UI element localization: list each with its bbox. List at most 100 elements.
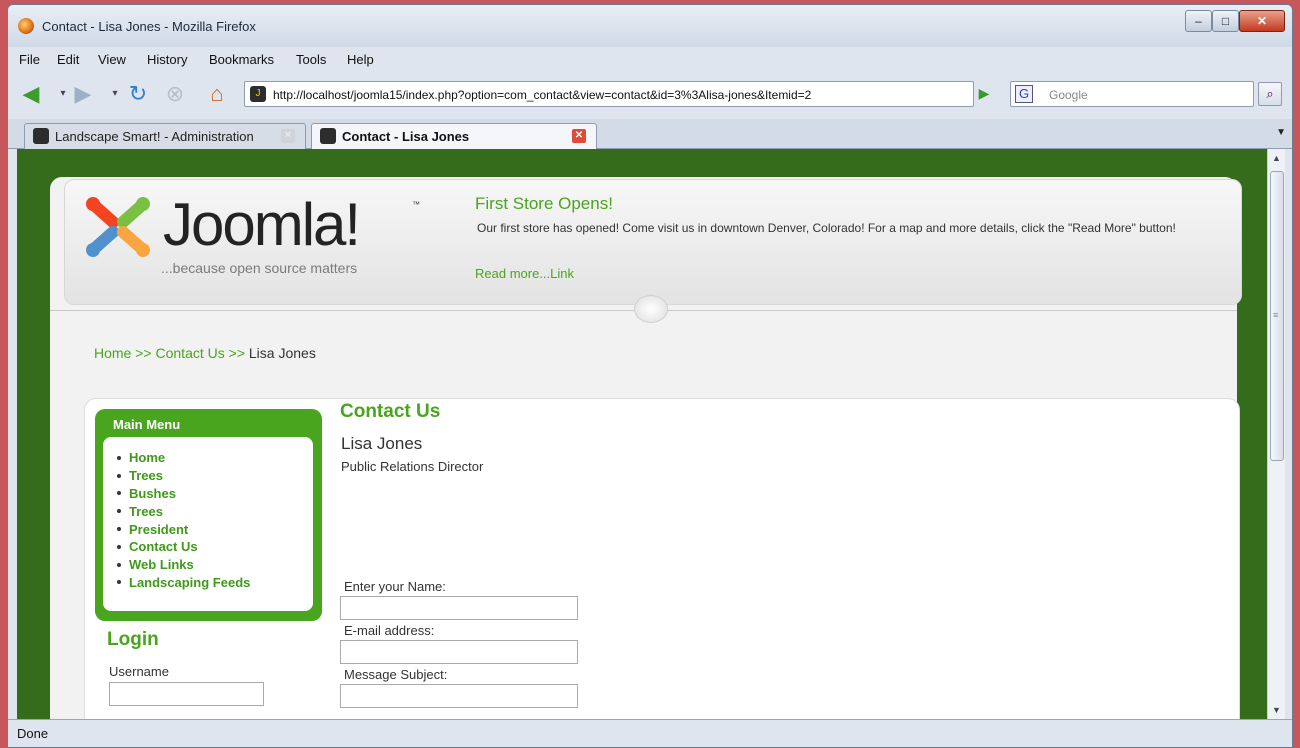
breadcrumb-current: Lisa Jones bbox=[248, 345, 316, 361]
menu-item-label: Home bbox=[129, 450, 166, 466]
bullet-icon bbox=[117, 527, 121, 532]
navigation-toolbar: ◀ ▾ ▶ ▾ ↻ ⊗ ⌂ J http://localhost/joomla1… bbox=[8, 79, 1292, 115]
search-placeholder: Google bbox=[1049, 88, 1088, 102]
scrollbar-thumb[interactable]: ≡ bbox=[1270, 171, 1284, 461]
reload-button[interactable]: ↻ bbox=[123, 79, 153, 109]
browser-window: Contact - Lisa Jones - Mozilla Firefox –… bbox=[7, 4, 1293, 748]
menu-edit[interactable]: Edit bbox=[57, 52, 79, 67]
contact-name: Lisa Jones bbox=[341, 434, 423, 453]
grip-icon: ≡ bbox=[1273, 310, 1279, 320]
menu-view[interactable]: View bbox=[98, 52, 126, 67]
menu-item-home[interactable]: Home bbox=[117, 449, 313, 467]
menu-item-label: Trees bbox=[129, 503, 163, 519]
menu-item-landscaping-feeds[interactable]: Landscaping Feeds bbox=[117, 574, 313, 592]
menu-item-label: President bbox=[129, 521, 189, 537]
breadcrumb-separator: >> bbox=[135, 345, 152, 361]
search-button[interactable]: ⌕ bbox=[1258, 82, 1282, 106]
joomla-logo-icon bbox=[86, 197, 150, 257]
home-button[interactable]: ⌂ bbox=[202, 79, 232, 109]
minimize-button[interactable]: – bbox=[1185, 10, 1212, 32]
vertical-scrollbar[interactable]: ▲ ≡ ▼ bbox=[1267, 149, 1285, 719]
bullet-icon bbox=[117, 580, 121, 585]
main-menu-title: Main Menu bbox=[113, 417, 181, 432]
breadcrumb: Home >> Contact Us >> Lisa Jones bbox=[94, 345, 316, 361]
title-bar: Contact - Lisa Jones - Mozilla Firefox –… bbox=[8, 5, 1292, 47]
joomla-favicon-icon bbox=[320, 128, 336, 144]
tab-administration[interactable]: Landscape Smart! - Administration ✕ bbox=[24, 123, 306, 149]
google-engine-icon[interactable]: G bbox=[1015, 85, 1033, 103]
username-label: Username bbox=[109, 664, 169, 679]
forward-button[interactable]: ▶ bbox=[68, 79, 98, 109]
url-bar[interactable]: J http://localhost/joomla15/index.php?op… bbox=[244, 81, 1200, 107]
chevron-down-icon: ▾ bbox=[112, 88, 118, 99]
menu-item-label: Landscaping Feeds bbox=[129, 574, 251, 590]
subject-label: Message Subject: bbox=[344, 667, 448, 682]
tab-label: Landscape Smart! - Administration bbox=[55, 129, 254, 144]
trademark-mark: ™ bbox=[412, 200, 420, 209]
menu-help[interactable]: Help bbox=[347, 52, 374, 67]
breadcrumb-contact-us[interactable]: Contact Us bbox=[156, 345, 225, 361]
stop-button[interactable]: ⊗ bbox=[160, 79, 190, 109]
breadcrumb-home[interactable]: Home bbox=[94, 345, 131, 361]
menu-item-label: Web Links bbox=[129, 557, 194, 573]
stop-icon: ⊗ bbox=[165, 81, 185, 106]
menu-item-president[interactable]: President bbox=[117, 520, 313, 538]
login-title: Login bbox=[107, 629, 159, 650]
tab-label: Contact - Lisa Jones bbox=[342, 129, 470, 144]
site-favicon-icon: J bbox=[250, 86, 266, 102]
menu-item-label: Bushes bbox=[129, 485, 176, 501]
menu-item-label: Contact Us bbox=[129, 539, 198, 555]
read-more-link[interactable]: Read more...Link bbox=[475, 266, 574, 281]
menu-file[interactable]: File bbox=[19, 52, 40, 67]
menu-item-bushes[interactable]: Bushes bbox=[117, 485, 313, 503]
bullet-icon bbox=[117, 473, 121, 478]
close-tab-icon[interactable]: ✕ bbox=[281, 129, 295, 143]
main-menu: Main Menu Home Trees Bushes Trees Presid… bbox=[95, 409, 322, 621]
back-button[interactable]: ◀ bbox=[16, 79, 46, 109]
email-input[interactable] bbox=[340, 640, 578, 664]
page-viewport: Joomla! ™ ...because open source matters… bbox=[17, 149, 1267, 719]
menu-item-contact-us[interactable]: Contact Us bbox=[117, 538, 313, 556]
news-body: Our first store has opened! Come visit u… bbox=[477, 221, 1176, 235]
scroll-down-icon[interactable]: ▼ bbox=[1272, 705, 1281, 715]
breadcrumb-separator: >> bbox=[228, 345, 245, 361]
close-window-button[interactable]: ✕ bbox=[1239, 10, 1285, 32]
maximize-icon: □ bbox=[1221, 14, 1230, 28]
menu-item-web-links[interactable]: Web Links bbox=[117, 556, 313, 574]
bullet-icon bbox=[117, 491, 121, 496]
bullet-icon bbox=[117, 544, 121, 549]
back-arrow-icon: ◀ bbox=[22, 81, 40, 106]
forward-arrow-icon: ▶ bbox=[74, 81, 92, 106]
name-input[interactable] bbox=[340, 596, 578, 620]
status-bar: Done bbox=[8, 719, 1292, 747]
status-text: Done bbox=[17, 726, 49, 741]
menu-item-trees[interactable]: Trees bbox=[117, 467, 313, 485]
tab-bar: Landscape Smart! - Administration ✕ Cont… bbox=[8, 119, 1292, 149]
firefox-icon bbox=[18, 18, 34, 34]
site-header: Joomla! ™ ...because open source matters… bbox=[64, 179, 1242, 305]
tab-contact[interactable]: Contact - Lisa Jones ✕ bbox=[311, 123, 597, 149]
main-content-box: Main Menu Home Trees Bushes Trees Presid… bbox=[84, 398, 1240, 719]
go-arrow-icon: ▶ bbox=[978, 85, 990, 101]
go-button[interactable]: ▶ bbox=[974, 83, 994, 103]
main-menu-list: Home Trees Bushes Trees President Contac… bbox=[103, 437, 313, 611]
menu-bookmarks[interactable]: Bookmarks bbox=[209, 52, 274, 67]
menu-tools[interactable]: Tools bbox=[296, 52, 326, 67]
subject-input[interactable] bbox=[340, 684, 578, 708]
page-title: Contact Us bbox=[340, 401, 441, 422]
username-input[interactable] bbox=[109, 682, 264, 706]
joomla-page: Joomla! ™ ...because open source matters… bbox=[50, 177, 1242, 719]
menu-bar: File Edit View History Bookmarks Tools H… bbox=[8, 47, 1292, 71]
tab-list-icon[interactable]: ▼ bbox=[1276, 127, 1286, 138]
menu-item-label: Trees bbox=[129, 468, 163, 484]
search-box[interactable]: G Google bbox=[1010, 81, 1254, 107]
bullet-icon bbox=[117, 455, 121, 460]
menu-item-trees-2[interactable]: Trees bbox=[117, 502, 313, 520]
maximize-button[interactable]: □ bbox=[1212, 10, 1239, 32]
bullet-icon bbox=[117, 509, 121, 514]
close-tab-icon[interactable]: ✕ bbox=[572, 129, 586, 143]
menu-history[interactable]: History bbox=[147, 52, 187, 67]
home-icon: ⌂ bbox=[210, 81, 224, 106]
scroll-up-icon[interactable]: ▲ bbox=[1272, 153, 1281, 163]
magnifier-icon: ⌕ bbox=[1266, 86, 1274, 101]
